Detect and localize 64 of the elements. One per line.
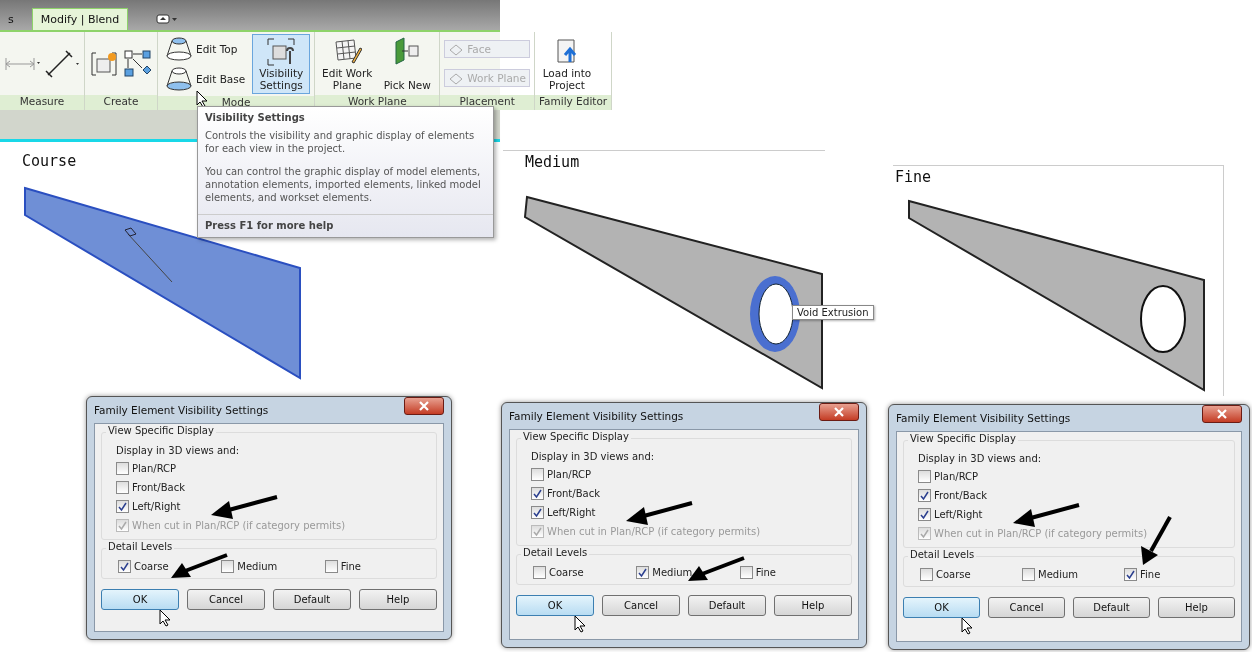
- checkbox-label: Plan/RCP: [547, 469, 592, 480]
- ribbon-button[interactable]: Edit Base: [162, 65, 249, 93]
- checkbox-label: Plan/RCP: [132, 463, 177, 474]
- panel-title: Create: [85, 95, 157, 110]
- panel-title: Measure: [0, 95, 84, 110]
- dialog-button[interactable]: Help: [774, 595, 852, 616]
- checkbox-label: Fine: [755, 567, 776, 578]
- group-label: Detail Levels: [521, 547, 590, 558]
- ribbon-button[interactable]: Pick New: [379, 34, 436, 93]
- ribbon-button[interactable]: Load into Project: [539, 34, 595, 93]
- section-label: Display in 3D views and:: [918, 453, 1043, 464]
- checkbox-label: Coarse: [936, 569, 971, 580]
- ribbon-button[interactable]: Edit Top: [162, 35, 249, 63]
- tooltip-help-text: Press F1 for more help: [198, 214, 493, 237]
- group-label: View Specific Display: [106, 425, 216, 436]
- checkbox-label: Fine: [340, 561, 361, 572]
- checkbox-label: Left/Right: [132, 501, 181, 512]
- dialog-button[interactable]: Help: [359, 589, 437, 610]
- checkbox-label: Left/Right: [547, 507, 596, 518]
- hover-tooltip: Void Extrusion: [792, 305, 874, 320]
- dialog-button[interactable]: Default: [1073, 597, 1150, 618]
- checkbox-label: When cut in Plan/RCP (if category permits): [934, 528, 1148, 539]
- group-label: Detail Levels: [106, 541, 175, 552]
- checkbox-label: Fine: [1140, 569, 1161, 580]
- dialog-title: Family Element Visibility Settings: [896, 412, 1071, 424]
- tooltip-text: Controls the visibility and graphic display of elements for each view in the project.: [205, 129, 476, 155]
- ribbon-button[interactable]: Visibility Settings: [252, 34, 311, 94]
- checkbox-label: Coarse: [134, 561, 169, 572]
- dialog-button[interactable]: Cancel: [988, 597, 1065, 618]
- checkbox-label: Front/Back: [934, 490, 987, 501]
- group-label: View Specific Display: [521, 431, 631, 442]
- ribbon-tab[interactable]: s: [0, 9, 22, 30]
- dialog-button[interactable]: OK: [903, 597, 980, 618]
- ribbon-tab[interactable]: Modify | Blend: [31, 8, 129, 30]
- dialog-title: Family Element Visibility Settings: [509, 410, 684, 422]
- group-label: Detail Levels: [908, 549, 977, 560]
- checkbox-label: Front/Back: [547, 488, 600, 499]
- dialog-title: Family Element Visibility Settings: [94, 404, 269, 416]
- view-label: Course: [22, 152, 77, 170]
- checkbox-label: Plan/RCP: [934, 471, 979, 482]
- checkbox-label: When cut in Plan/RCP (if category permits): [547, 526, 761, 537]
- checkbox-label: Medium: [237, 561, 278, 572]
- dialog-button[interactable]: Help: [1158, 597, 1235, 618]
- ribbon-button[interactable]: Edit Work Plane: [319, 34, 376, 93]
- section-label: Display in 3D views and:: [116, 445, 241, 456]
- view-label: Medium: [525, 153, 580, 171]
- tooltip-text: You can control the graphic display of model elements, annotation elements, imported elements, linked model elements, and workset elements.: [205, 165, 482, 204]
- dialog-button[interactable]: Cancel: [187, 589, 265, 610]
- tooltip-title: Visibility Settings: [204, 111, 306, 125]
- dialog-button[interactable]: OK: [516, 595, 594, 616]
- checkbox-label: Medium: [652, 567, 693, 578]
- dialog-button[interactable]: Default: [273, 589, 351, 610]
- dialog-button[interactable]: Default: [688, 595, 766, 616]
- dialog-button[interactable]: Cancel: [602, 595, 680, 616]
- checkbox-label: Medium: [1038, 569, 1078, 580]
- checkbox-label: When cut in Plan/RCP (if category permits): [132, 520, 346, 531]
- panel-title: Family Editor: [535, 95, 612, 110]
- checkbox-label: Coarse: [549, 567, 584, 578]
- group-label: View Specific Display: [908, 433, 1018, 444]
- checkbox-label: Left/Right: [934, 509, 983, 520]
- dialog-button[interactable]: OK: [101, 589, 179, 610]
- section-label: Display in 3D views and:: [531, 451, 656, 462]
- checkbox-label: Front/Back: [132, 482, 185, 493]
- view-label: Fine: [895, 168, 932, 186]
